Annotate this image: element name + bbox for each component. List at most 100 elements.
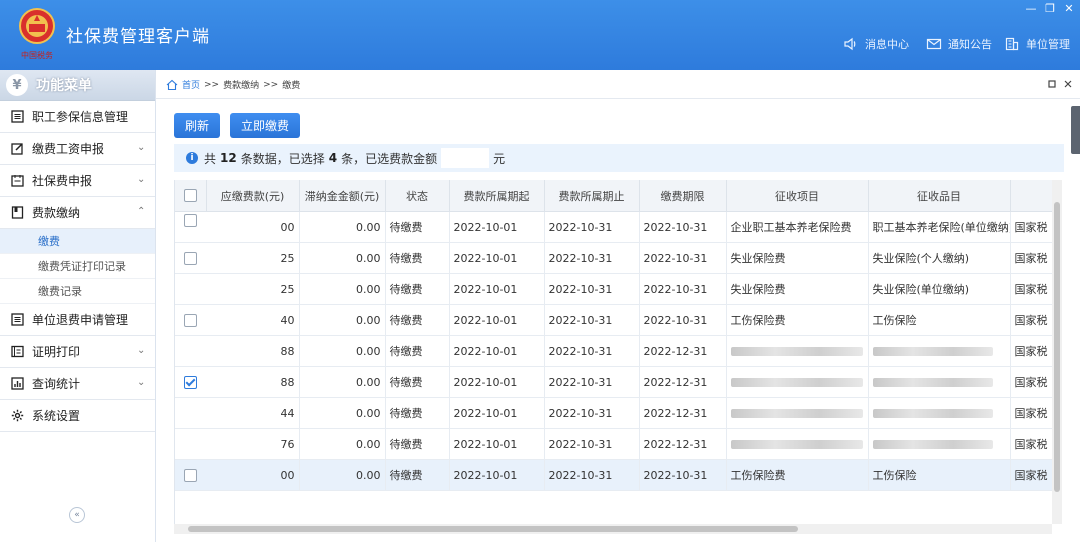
row-checkbox[interactable] [184, 313, 197, 327]
select-cell[interactable] [175, 273, 206, 305]
item-cell [726, 397, 869, 429]
svg-text:中国税务: 中国税务 [21, 50, 53, 60]
sidebar-item[interactable]: 查询统计 ⌄ [0, 368, 155, 400]
col-header-period-start[interactable]: 费款所属期起 [449, 180, 545, 212]
status-cell: 待缴费 [385, 211, 450, 243]
col-header-amount[interactable]: 应缴费款(元) [206, 180, 300, 212]
sidebar-item[interactable]: 费款缴纳 ⌃ [0, 197, 155, 229]
breadcrumb-home[interactable]: 首页 [182, 78, 200, 91]
select-cell[interactable] [175, 428, 206, 460]
redacted-text [872, 347, 993, 356]
message-center-link[interactable]: 消息中心 [843, 36, 909, 52]
vertical-scrollbar[interactable] [1052, 180, 1062, 524]
close-panel-icon[interactable] [1064, 80, 1072, 88]
table-row[interactable]: 88 0.00 待缴费 2022-10-01 2022-10-31 2022-12-31 国… [175, 335, 1053, 367]
table-row[interactable]: 00 0.00 待缴费 2022-10-01 2022-10-31 2022-10-31 工… [175, 459, 1053, 491]
breadcrumb-level1[interactable]: 费款缴纳 [223, 78, 259, 91]
message-center-label: 消息中心 [865, 38, 909, 51]
redacted-text [730, 378, 863, 387]
sidebar-item[interactable]: 系统设置 [0, 400, 155, 432]
select-all-checkbox[interactable] [183, 189, 197, 203]
collection-subitem: 工伤保险 [872, 469, 917, 482]
col-header-deadline[interactable]: 缴费期限 [639, 180, 727, 212]
select-cell[interactable] [175, 397, 206, 429]
row-checkbox[interactable] [184, 251, 197, 265]
selection-summary: i 共 12 条数据，已选择 4 条，已选费款金额 元 [174, 144, 1064, 172]
select-cell[interactable] [175, 242, 206, 274]
org-cell: 国家税 [1010, 459, 1053, 491]
unit-management-label: 单位管理 [1026, 38, 1070, 51]
building-icon [1005, 37, 1019, 51]
select-cell[interactable] [175, 304, 206, 336]
table-row[interactable]: 25 0.00 待缴费 2022-10-01 2022-10-31 2022-10-31 失… [175, 273, 1053, 305]
tax-emblem-logo: 中国税务 [19, 8, 55, 60]
side-drawer-handle[interactable] [1071, 106, 1080, 154]
sidebar-subitem[interactable]: 缴费记录 [0, 279, 155, 304]
table-row[interactable]: 88 0.00 待缴费 2022-10-01 2022-10-31 2022-12-31 国… [175, 366, 1053, 398]
table-row[interactable]: 40 0.00 待缴费 2022-10-01 2022-10-31 2022-10-31 工… [175, 304, 1053, 336]
amount-cell: 00 [206, 211, 300, 243]
item-cell: 失业保险费 [726, 242, 869, 274]
collection-subitem: 失业保险(单位缴纳) [872, 283, 970, 296]
select-cell[interactable] [175, 211, 206, 243]
app-title: 社保费管理客户端 [66, 27, 210, 47]
table-row[interactable]: 25 0.00 待缴费 2022-10-01 2022-10-31 2022-10-31 失… [175, 242, 1053, 274]
horizontal-scrollbar[interactable] [174, 524, 1052, 534]
sidebar-item[interactable]: 社保费申报 ⌄ [0, 165, 155, 197]
pay-now-button[interactable]: 立即缴费 [230, 113, 300, 138]
horizontal-scroll-thumb[interactable] [188, 526, 798, 532]
sidebar-item[interactable]: 单位退费申请管理 [0, 304, 155, 336]
close-button[interactable]: ✕ [1061, 2, 1077, 15]
breadcrumb-bar: 首页 >> 费款缴纳 >> 缴费 [156, 70, 1080, 99]
subitem-cell [868, 397, 1011, 429]
minimize-button[interactable]: — [1023, 2, 1039, 15]
org-cell: 国家税 [1010, 428, 1053, 460]
deadline-cell: 2022-12-31 [639, 366, 727, 398]
info-icon: i [186, 152, 198, 164]
table-row[interactable]: 76 0.00 待缴费 2022-10-01 2022-10-31 2022-12-31 国… [175, 428, 1053, 460]
table-row[interactable]: 44 0.00 待缴费 2022-10-01 2022-10-31 2022-12-31 国… [175, 397, 1053, 429]
sidebar-item[interactable]: 缴费工资申报 ⌄ [0, 133, 155, 165]
summary-unit: 元 [493, 151, 506, 166]
subitem-cell [868, 335, 1011, 367]
maximize-button[interactable]: ❐ [1042, 2, 1058, 15]
collection-subitem: 职工基本养老保险(单位缴纳) [872, 221, 1010, 234]
col-header-item[interactable]: 征收项目 [726, 180, 869, 212]
sidebar-item[interactable]: 证明打印 ⌄ [0, 336, 155, 368]
col-header-extra[interactable] [1010, 180, 1053, 212]
sidebar-item-label: 缴费工资申报 [32, 142, 105, 156]
collection-item: 工伤保险费 [730, 314, 786, 327]
sidebar-subitem[interactable]: 缴费凭证打印记录 [0, 254, 155, 279]
subitem-cell: 工伤保险 [868, 459, 1011, 491]
col-header-status[interactable]: 状态 [385, 180, 450, 212]
chevron-icon: ⌄ [137, 377, 146, 388]
row-checkbox[interactable] [184, 468, 197, 482]
select-cell[interactable] [175, 335, 206, 367]
refresh-button[interactable]: 刷新 [174, 113, 220, 138]
amount-cell: 44 [206, 397, 300, 429]
table-row[interactable]: 00 0.00 待缴费 2022-10-01 2022-10-31 2022-10-31 企… [175, 211, 1053, 243]
sidebar-item-label: 系统设置 [32, 409, 81, 423]
row-checkbox[interactable] [184, 214, 197, 227]
notice-link[interactable]: 通知公告 [926, 36, 992, 52]
select-cell[interactable] [175, 459, 206, 491]
org-cell: 国家税 [1010, 335, 1053, 367]
vertical-scroll-thumb[interactable] [1054, 202, 1060, 492]
sidebar-item-label: 费款缴纳 [32, 206, 81, 220]
item-cell: 工伤保险费 [726, 459, 869, 491]
maximize-panel-icon[interactable] [1048, 80, 1056, 88]
unit-management-link[interactable]: 单位管理 [1004, 36, 1070, 52]
deadline-cell: 2022-12-31 [639, 428, 727, 460]
gear-icon [10, 409, 24, 423]
sidebar-item[interactable]: 职工参保信息管理 [0, 101, 155, 133]
period-start-cell: 2022-10-01 [449, 397, 545, 429]
select-cell[interactable] [175, 366, 206, 398]
col-header-late-fee[interactable]: 滞纳金金额(元) [299, 180, 386, 212]
col-header-subitem[interactable]: 征收品目 [868, 180, 1011, 212]
col-header-period-end[interactable]: 费款所属期止 [544, 180, 640, 212]
select-all-cell[interactable] [175, 180, 207, 212]
collapse-sidebar-button[interactable]: « [69, 507, 85, 523]
row-checkbox[interactable] [184, 375, 197, 389]
sidebar-subitem[interactable]: 缴费 [0, 229, 155, 254]
breadcrumb-current: 缴费 [282, 81, 301, 91]
